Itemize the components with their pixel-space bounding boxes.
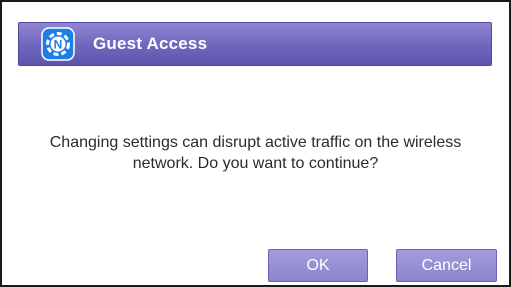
dialog-message: Changing settings can disrupt active tra… [2, 132, 509, 174]
ok-button[interactable]: OK [268, 249, 368, 282]
netgear-n-icon: N [41, 27, 75, 61]
cancel-button[interactable]: Cancel [396, 249, 497, 282]
dialog-message-line-2: network. Do you want to continue? [132, 155, 379, 172]
dialog-message-line-1: Changing settings can disrupt active tra… [49, 134, 462, 151]
svg-text:N: N [54, 38, 63, 52]
dialog-title: Guest Access [93, 34, 208, 53]
dialog-window: N Guest Access Changing settings can dis… [0, 0, 511, 287]
dialog-titlebar: N Guest Access [18, 22, 492, 66]
